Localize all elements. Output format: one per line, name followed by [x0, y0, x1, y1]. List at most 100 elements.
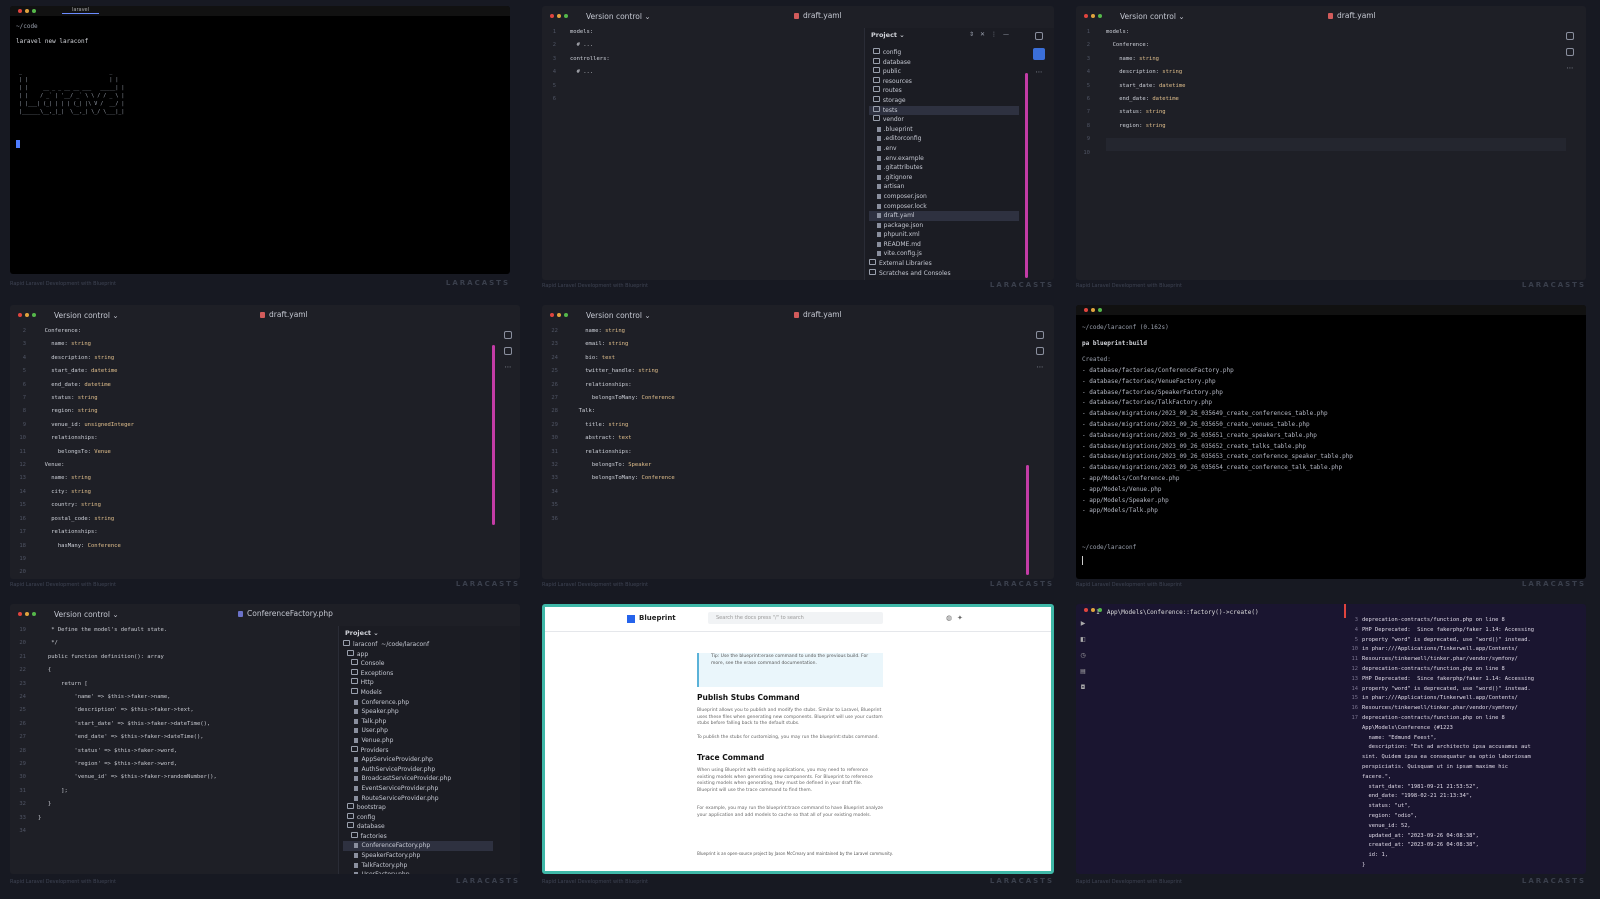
tree-item[interactable]: EventServiceProvider.php	[343, 784, 493, 794]
tree-item[interactable]: ConferenceFactory.php	[343, 841, 493, 852]
more-icon[interactable]: ⋯	[1036, 68, 1043, 76]
window-controls[interactable]	[18, 9, 36, 13]
tinkerwell-window[interactable]: ▶ ◧ ◷ ▤ ◘ 1 App\Models\Conference::facto…	[1076, 604, 1586, 874]
tree-item[interactable]: database	[869, 58, 1019, 68]
ide-window-4[interactable]: Version control ⌄ draft.yaml 2 3 4 5 6 7 8 9 10 1…	[10, 305, 520, 579]
bell-icon[interactable]	[1566, 32, 1574, 40]
tree-item[interactable]: database	[343, 822, 493, 832]
twitter-icon[interactable]: ✦	[957, 614, 963, 622]
bell-icon[interactable]	[1036, 331, 1044, 339]
tree-item[interactable]: .env.example	[869, 154, 1019, 164]
project-tree[interactable]: laraconf ~/code/laraconf app Console Exc…	[343, 640, 493, 874]
tree-item[interactable]: Talk.php	[343, 717, 493, 727]
github-icon[interactable]: ◍	[946, 614, 952, 622]
tree-item[interactable]: Http	[343, 678, 493, 688]
tree-item[interactable]: .editorconfig	[869, 134, 1019, 144]
tinker-input[interactable]: 1 App\Models\Conference::factory()->crea…	[1096, 608, 1259, 619]
tree-item[interactable]: storage	[869, 96, 1019, 106]
browser-docs-window[interactable]: Blueprint Search the docs press "/" to s…	[542, 604, 1054, 874]
tree-item[interactable]: .gitignore	[869, 173, 1019, 183]
version-control-menu[interactable]: Version control ⌄	[54, 610, 119, 619]
window-controls[interactable]	[1084, 14, 1102, 18]
tree-item[interactable]: laraconf ~/code/laraconf	[343, 640, 493, 650]
tree-item[interactable]: Exceptions	[343, 669, 493, 679]
tree-item[interactable]: phpunit.xml	[869, 230, 1019, 240]
version-control-menu[interactable]: Version control ⌄	[54, 311, 119, 320]
tree-item[interactable]: config	[343, 813, 493, 823]
project-panel-title[interactable]: Project ⌄	[871, 31, 905, 39]
window-controls[interactable]	[550, 313, 568, 317]
tree-item[interactable]: User.php	[343, 726, 493, 736]
more-icon[interactable]: ⋯	[1567, 64, 1574, 72]
tree-item[interactable]: routes	[869, 86, 1019, 96]
editor-scrollbar[interactable]	[492, 345, 495, 525]
ide-window-2[interactable]: Version control ⌄ draft.yaml 1 2 3 4 5 6 mode…	[542, 6, 1054, 280]
ide-window-3[interactable]: Version control ⌄ draft.yaml 1 2 3 4 5 6 7 8 9 10…	[1076, 6, 1586, 280]
tree-item[interactable]: .blueprint	[869, 125, 1019, 135]
tree-item[interactable]: Providers	[343, 746, 493, 756]
window-controls[interactable]	[18, 313, 36, 317]
folder-icon[interactable]	[1036, 347, 1044, 355]
tree-item[interactable]: package.json	[869, 221, 1019, 231]
terminal-window-1[interactable]: laravel ~/code laravel new laraconf _ _ …	[10, 6, 510, 274]
more-icon[interactable]: ⋯	[1037, 363, 1044, 371]
tree-item[interactable]: AuthServiceProvider.php	[343, 765, 493, 775]
tree-item[interactable]: RouteServiceProvider.php	[343, 794, 493, 804]
version-control-menu[interactable]: Version control ⌄	[586, 311, 651, 320]
editor-tab-draft-yaml[interactable]: draft.yaml	[1328, 11, 1376, 20]
tree-item[interactable]: BroadcastServiceProvider.php	[343, 774, 493, 784]
tree-item[interactable]: config	[869, 48, 1019, 58]
editor-tab-draft-yaml[interactable]: draft.yaml	[260, 310, 308, 319]
docs-brand[interactable]: Blueprint	[639, 614, 676, 622]
ide-window-5[interactable]: Version control ⌄ draft.yaml 22 23 24 25 26 2…	[542, 305, 1054, 579]
bell-icon[interactable]	[1035, 32, 1043, 40]
tree-item[interactable]: README.md	[869, 240, 1019, 250]
tree-item[interactable]: resources	[869, 77, 1019, 87]
editor-tab-draft-yaml[interactable]: draft.yaml	[794, 11, 842, 20]
tree-item[interactable]: draft.yaml	[869, 211, 1019, 221]
folder-icon[interactable]	[504, 347, 512, 355]
ide-window-7[interactable]: Version control ⌄ ConferenceFactory.php …	[10, 604, 520, 874]
tree-item[interactable]: Conference.php	[343, 698, 493, 708]
bell-icon[interactable]	[504, 331, 512, 339]
project-scrollbar[interactable]	[1025, 73, 1028, 278]
window-controls[interactable]	[18, 612, 36, 616]
tree-item[interactable]: vendor	[869, 115, 1019, 125]
tree-item[interactable]: UserFactory.php	[343, 870, 493, 874]
tree-item[interactable]: TalkFactory.php	[343, 861, 493, 871]
tree-item[interactable]: Console	[343, 659, 493, 669]
project-tree[interactable]: config database public resources routes …	[869, 48, 1019, 278]
version-control-menu[interactable]: Version control ⌄	[586, 12, 651, 21]
snippets-icon[interactable]: ◧	[1080, 636, 1086, 643]
editor-tab-conference-factory[interactable]: ConferenceFactory.php	[238, 609, 333, 618]
code-editor[interactable]: models: Conference: name: string descrip…	[1106, 26, 1186, 147]
tree-item[interactable]: Venue.php	[343, 736, 493, 746]
project-panel-title[interactable]: Project ⌄	[345, 629, 379, 637]
more-icon[interactable]: ⋯	[505, 363, 512, 371]
terminal-tab[interactable]: laravel	[62, 7, 99, 14]
tree-item[interactable]: External Libraries	[869, 259, 1019, 269]
tree-item[interactable]: .gitattributes	[869, 163, 1019, 173]
tree-item[interactable]: Models	[343, 688, 493, 698]
run-icon[interactable]: ▶	[1081, 620, 1086, 627]
tree-item[interactable]: composer.json	[869, 192, 1019, 202]
editor-scrollbar[interactable]	[1026, 465, 1029, 575]
tree-item[interactable]: tests	[869, 105, 1019, 116]
panel-toolbar-icons[interactable]: ⇕✕⋮—	[969, 31, 1015, 38]
code-editor[interactable]: Conference: name: string description: st…	[38, 325, 134, 553]
docs-search-input[interactable]: Search the docs press "/" to search	[708, 612, 883, 624]
tree-item[interactable]: Speaker.php	[343, 707, 493, 717]
tree-item[interactable]: artisan	[869, 182, 1019, 192]
tree-item[interactable]: composer.lock	[869, 202, 1019, 212]
editor-tab-draft-yaml[interactable]: draft.yaml	[794, 310, 842, 319]
code-editor[interactable]: * Define the model's default state. */ p…	[38, 624, 217, 825]
tree-item[interactable]: factories	[343, 832, 493, 842]
terminal-window-6[interactable]: ~/code/laraconf (0.162s) pa blueprint:bu…	[1076, 305, 1586, 579]
code-editor[interactable]: name: string email: string bio: text twi…	[572, 325, 675, 499]
settings-icon[interactable]: ◘	[1081, 684, 1086, 691]
tree-item[interactable]: AppServiceProvider.php	[343, 755, 493, 765]
window-controls[interactable]	[550, 14, 568, 18]
tree-item[interactable]: .env	[869, 144, 1019, 154]
tree-item[interactable]: public	[869, 67, 1019, 77]
folder-icon[interactable]	[1033, 48, 1045, 60]
